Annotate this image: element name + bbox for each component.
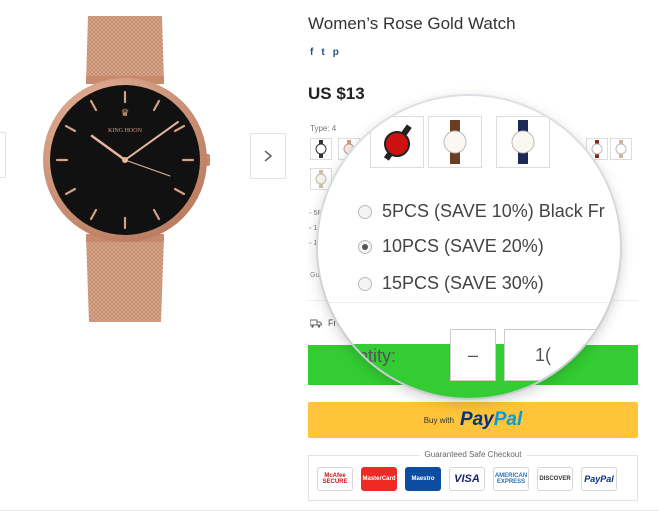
quantity-decrease-button[interactable]: –	[450, 329, 496, 381]
pinterest-icon[interactable]: p	[333, 47, 339, 58]
mcafee-icon: McAfee SECURE	[317, 467, 353, 491]
quantity-label: ntity:	[358, 346, 397, 366]
magnifier-lens: 5PCS (SAVE 10%) Black Fr 10PCS (SAVE 20%…	[318, 96, 620, 398]
quantity-option-10pcs[interactable]: 10PCS (SAVE 20%)	[358, 236, 544, 257]
radio-button[interactable]	[358, 204, 372, 219]
paypal-buy-with: Buy with	[423, 415, 454, 425]
divider	[318, 302, 620, 303]
safe-checkout-label: Guaranteed Safe Checkout	[419, 450, 527, 459]
radio-button-selected[interactable]	[358, 239, 372, 254]
discover-icon: DISCOVER	[537, 467, 573, 491]
watch-thumb-icon	[511, 120, 535, 164]
svg-text:♛: ♛	[121, 108, 130, 119]
quantity-option-15pcs[interactable]: 15PCS (SAVE 30%)	[358, 273, 544, 294]
safe-checkout: Guaranteed Safe Checkout McAfee SECURE M…	[308, 450, 638, 501]
paypal-card-icon: PayPal	[581, 467, 617, 491]
maestro-icon: Maestro	[405, 467, 441, 491]
paypal-logo: PayPal	[459, 409, 523, 430]
svg-text:KING HOON: KING HOON	[108, 128, 142, 134]
watch-thumb-icon	[443, 120, 467, 164]
type-swatch-large[interactable]	[496, 116, 550, 168]
facebook-icon[interactable]: f	[310, 47, 313, 58]
amex-icon: AMERICAN EXPRESS	[493, 467, 529, 491]
visa-icon: VISA	[449, 467, 485, 491]
radio-button[interactable]	[358, 276, 372, 291]
prev-image-button[interactable]	[0, 132, 6, 178]
quantity-input[interactable]: 1(	[504, 329, 620, 381]
quantity-option-5pcs[interactable]: 5PCS (SAVE 10%) Black Fr	[358, 201, 605, 222]
type-swatch-large[interactable]	[428, 116, 482, 168]
product-image-panel: ♛ KING HOON	[0, 0, 290, 330]
paypal-button[interactable]: Buy with PayPal	[308, 402, 638, 438]
watch-thumb-icon	[383, 124, 412, 161]
product-image[interactable]: ♛ KING HOON	[30, 8, 220, 323]
mastercard-icon: MasterCard	[361, 467, 397, 491]
chevron-right-icon	[264, 150, 273, 162]
next-image-button[interactable]	[250, 133, 286, 179]
payment-cards: McAfee SECURE MasterCard Maestro VISA AM…	[317, 467, 617, 491]
product-title: Women’s Rose Gold Watch	[308, 14, 516, 33]
twitter-icon[interactable]: t	[321, 47, 324, 58]
type-swatch-large[interactable]	[370, 116, 424, 168]
social-share: f t p	[310, 47, 339, 58]
